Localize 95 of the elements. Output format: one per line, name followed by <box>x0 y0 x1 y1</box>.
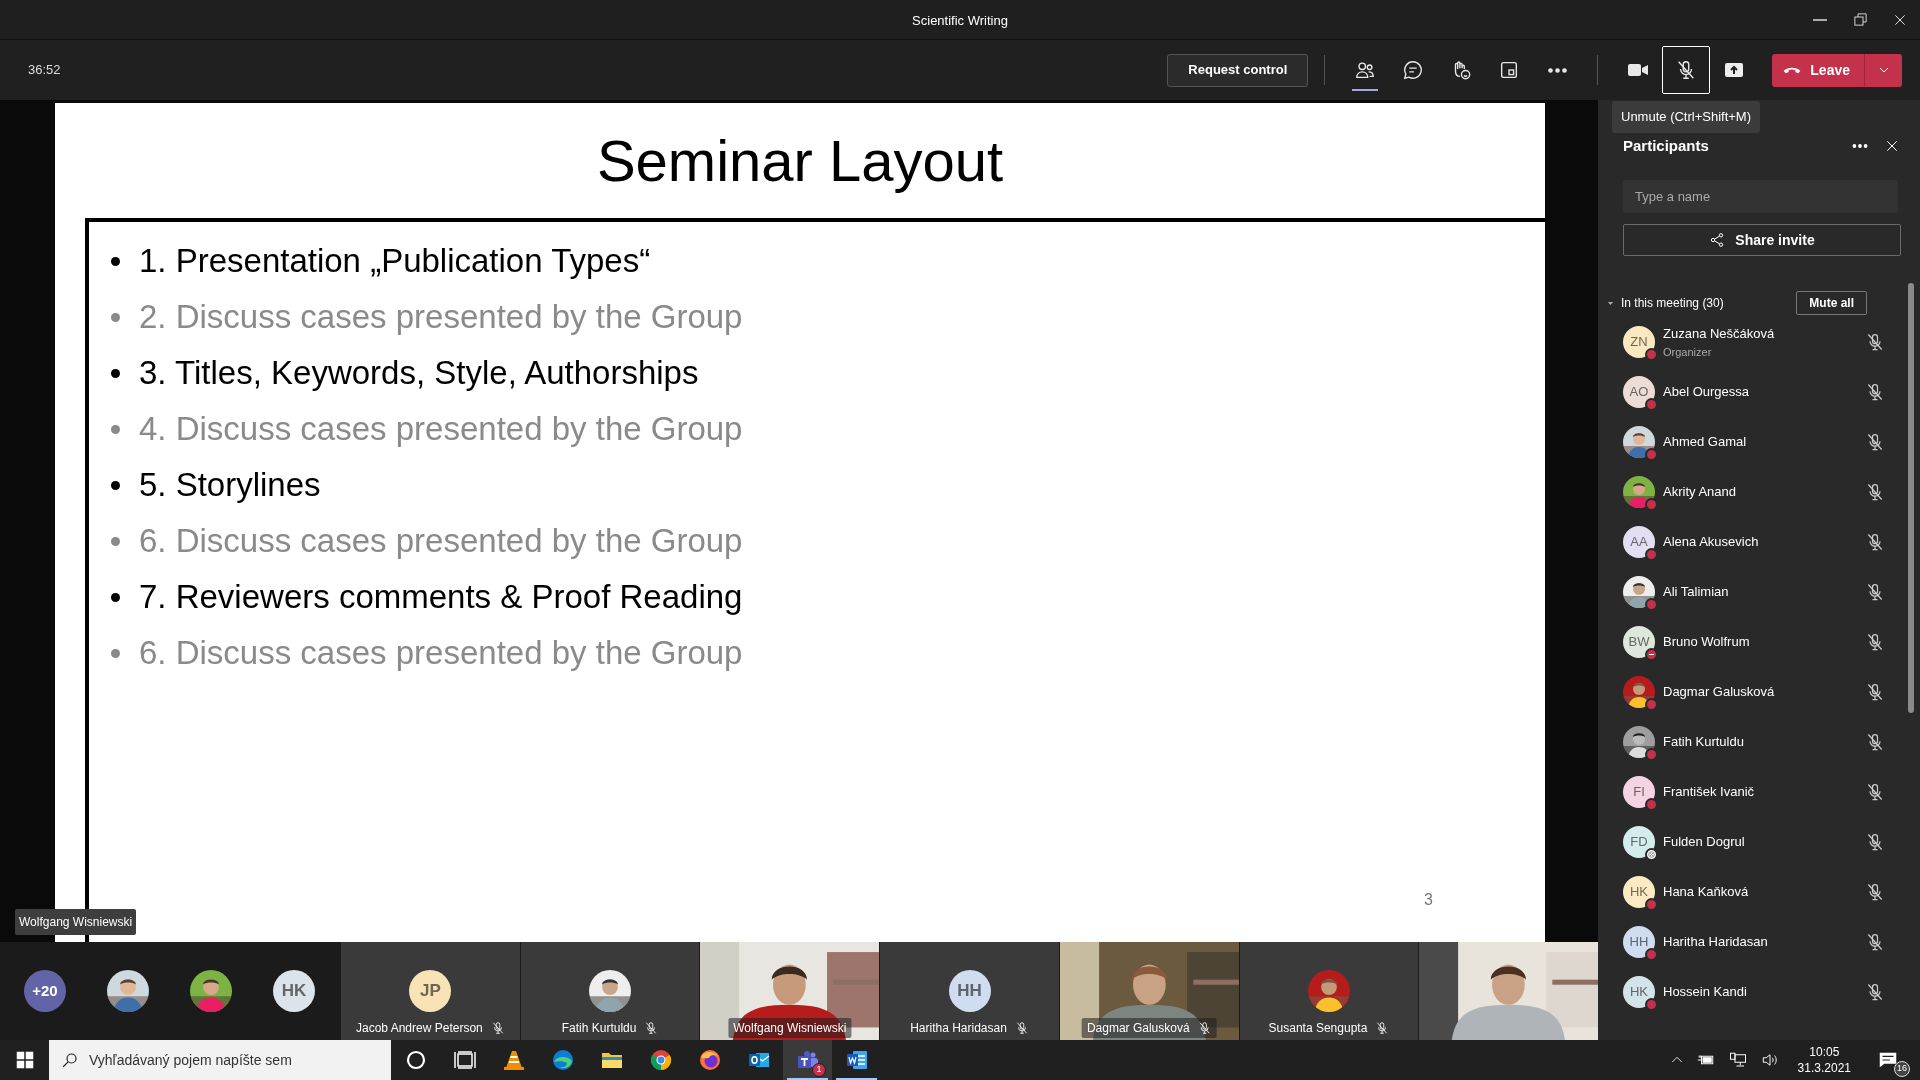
task-view-icon <box>452 1048 477 1072</box>
participant-name: Ali Talimian <box>1663 583 1729 602</box>
avatar: HK <box>1623 976 1655 1008</box>
participant-row[interactable]: Akrity Anand <box>1598 467 1920 517</box>
bullet-text: 3. Titles, Keywords, Style, Authorships <box>139 353 699 394</box>
participant-name: Dagmar Galusková <box>1086 1020 1190 1037</box>
section-header: In this meeting (30) <box>1621 295 1724 312</box>
bullet-text: 6. Discuss cases presented by the Group <box>139 633 743 674</box>
participant-name: Wolfgang Wisniewski <box>733 1020 847 1037</box>
participant-name: František Ivanič <box>1663 783 1755 802</box>
bullet-text: 6. Discuss cases presented by the Group <box>139 521 743 562</box>
bullet-text: 2. Discuss cases presented by the Group <box>139 297 743 338</box>
participant-row[interactable]: HK Hossein Kandi <box>1598 967 1920 1017</box>
participant-row[interactable]: Dagmar Galusková <box>1598 667 1920 717</box>
avatar: FI <box>1623 776 1655 808</box>
avatar: AO <box>1623 376 1655 408</box>
participant-name: Fulden Dogrul <box>1663 833 1745 852</box>
panel-title: Participants <box>1623 135 1709 156</box>
bullet-text: 1. Presentation „Publication Types“ <box>139 241 651 282</box>
browser-icon <box>550 1048 575 1072</box>
participant-name: Fatih Kurtuldu <box>1663 733 1744 752</box>
participant-name: Dagmar Galusková <box>1663 683 1775 702</box>
avatar: HH <box>1623 926 1655 958</box>
badge: 1 <box>812 1063 826 1077</box>
request-control-button[interactable]: Request control <box>1167 53 1309 87</box>
participant-row[interactable]: Ali Talimian <box>1598 567 1920 617</box>
mic-button[interactable] <box>1662 46 1711 94</box>
clock-time: 10:05 <box>1808 1044 1841 1060</box>
window-title: Scientific Writing <box>911 12 1009 30</box>
avatar: FD <box>1623 826 1655 858</box>
participant-name: Hossein Kandi <box>1663 983 1747 1002</box>
timer: 36:52 <box>28 61 61 80</box>
notifications-button[interactable]: 16 <box>1863 1040 1912 1080</box>
page-number: 3 <box>1424 890 1433 910</box>
participant-name: Haritha Haridasan <box>1663 933 1768 952</box>
participant-name: Akrity Anand <box>1663 483 1736 502</box>
windows-logo-icon <box>15 1051 34 1069</box>
minimize-icon <box>1813 18 1827 21</box>
search-icon <box>61 1051 79 1069</box>
participant-row[interactable]: Fatih Kurtuldu <box>1598 717 1920 767</box>
leave-button[interactable]: Leave <box>1772 53 1864 87</box>
avatar: HK <box>273 970 315 1012</box>
slide-title: Seminar Layout <box>595 127 1005 195</box>
leave-options-button[interactable] <box>1864 53 1902 87</box>
participant-name: Jacob Andrew Peterson <box>356 1020 483 1037</box>
participant-row[interactable]: HK Hana Kaňková <box>1598 867 1920 917</box>
browser-icon <box>648 1048 673 1072</box>
chat-icon <box>1402 59 1425 81</box>
bullet-text: 4. Discuss cases presented by the Group <box>139 409 743 450</box>
avatar: BW <box>1623 626 1655 658</box>
browser-icon <box>697 1048 722 1072</box>
participant-row[interactable]: AO Abel Ourgessa <box>1598 367 1920 417</box>
participant-name: Zuzana Neščáková <box>1663 325 1775 343</box>
participant-name: Susanta Sengupta <box>1268 1020 1368 1037</box>
participant-row[interactable]: HH Haritha Haridasan <box>1598 917 1920 967</box>
more-icon[interactable] <box>1852 144 1868 148</box>
taskbar-button[interactable]: 1 <box>783 1040 832 1080</box>
participant-name: Haritha Haridasan <box>910 1020 1007 1037</box>
scrollbar[interactable] <box>1908 283 1914 713</box>
search-field[interactable]: Type a name <box>1623 180 1898 213</box>
presenter-name: Wolfgang Wisniewski <box>15 909 137 935</box>
clock-date: 31.3.2021 <box>1797 1060 1851 1076</box>
participant-name: Fatih Kurtuldu <box>561 1020 637 1037</box>
participant-name: Hana Kaňková <box>1663 883 1749 902</box>
participant-row[interactable]: BW Bruno Wolfrum <box>1598 617 1920 667</box>
participant-name: Abel Ourgessa <box>1663 383 1749 402</box>
avatar: ZN <box>1623 326 1655 358</box>
share-invite-button[interactable]: Share invite <box>1623 224 1901 256</box>
avatar: JP <box>409 970 452 1012</box>
participant-row[interactable]: FD Fulden Dogrul <box>1598 817 1920 867</box>
share-icon <box>1709 232 1726 248</box>
avatar: HH <box>948 970 991 1012</box>
participant-row[interactable]: ZN Zuzana Neščáková Organizer <box>1598 317 1920 367</box>
avatar: HK <box>1623 876 1655 908</box>
participant-name: Bruno Wolfrum <box>1663 633 1750 652</box>
participant-row[interactable]: Ahmed Gamal <box>1598 417 1920 467</box>
participant-row[interactable]: AA Alena Akusevich <box>1598 517 1920 567</box>
taskbar-search-field[interactable]: Vyhľadávaný pojem napíšte sem <box>49 1040 391 1080</box>
participant-row[interactable]: FI František Ivanič <box>1598 767 1920 817</box>
more-icon <box>1547 67 1567 73</box>
badge: 16 <box>1894 1061 1910 1077</box>
people-icon <box>1354 59 1377 81</box>
bullet-text: 7. Reviewers comments & Proof Reading <box>139 577 743 618</box>
bullet-text: 5. Storylines <box>139 465 321 506</box>
participant-role: Organizer <box>1663 344 1713 360</box>
mute-all-button[interactable]: Mute all <box>1796 291 1867 315</box>
tooltip: Unmute (Ctrl+Shift+M) <box>1612 101 1761 133</box>
participant-name: Alena Akusevich <box>1663 533 1759 552</box>
overflow-count[interactable]: +20 <box>24 970 66 1012</box>
traffic-cone-icon <box>501 1048 526 1072</box>
participant-name: Ahmed Gamal <box>1663 433 1747 452</box>
close-icon[interactable] <box>1884 138 1900 154</box>
avatar: AA <box>1623 526 1655 558</box>
document-icon <box>844 1048 869 1072</box>
restore-icon <box>1852 12 1868 27</box>
